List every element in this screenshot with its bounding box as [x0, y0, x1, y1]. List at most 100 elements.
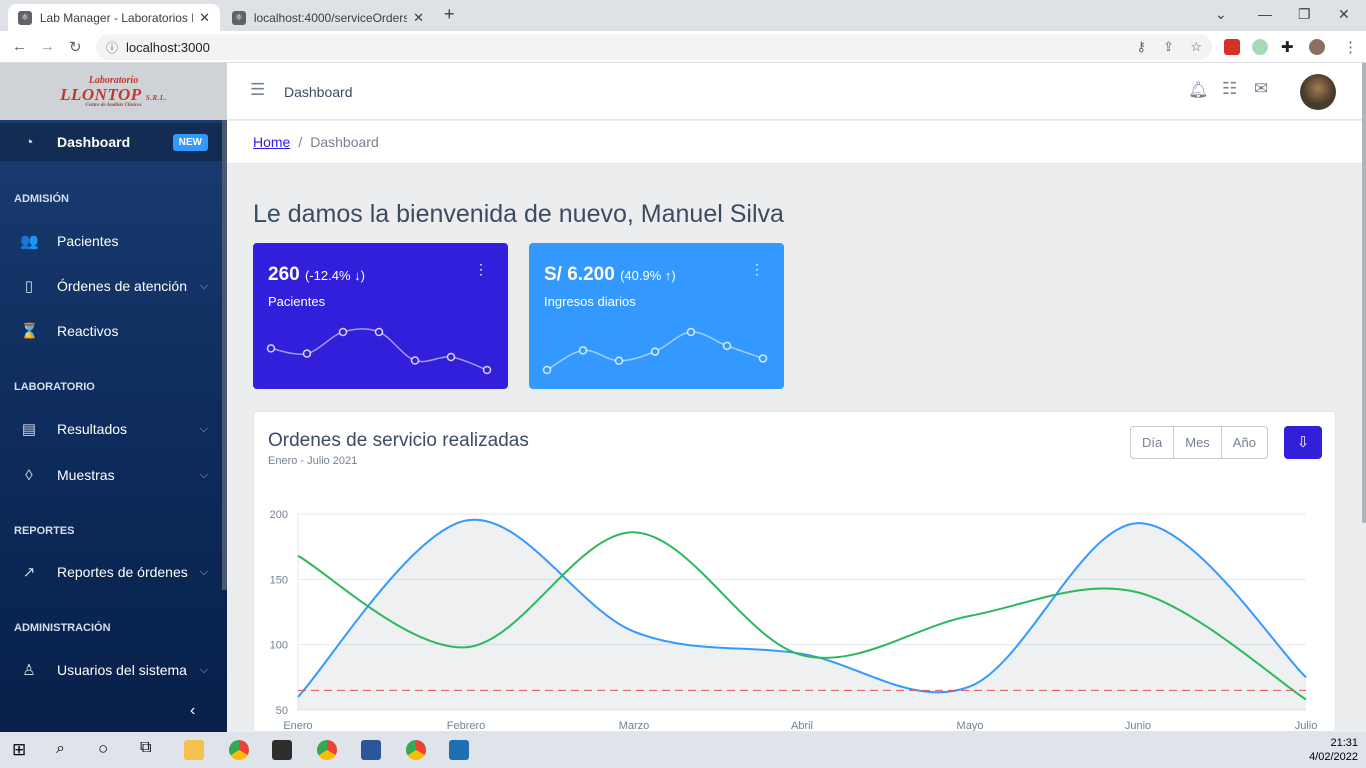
- forward-icon[interactable]: →: [40, 38, 55, 55]
- sparkline-point: [758, 354, 768, 363]
- share-icon[interactable]: ⇪: [1163, 39, 1174, 55]
- avatar[interactable]: [1300, 74, 1336, 110]
- widget-card-pacientes: 260 (-12.4% ↓) Pacientes ⋮: [253, 243, 508, 389]
- period-dia-button[interactable]: Día: [1131, 427, 1175, 458]
- period-ano-button[interactable]: Año: [1222, 427, 1267, 458]
- task-view-icon[interactable]: ⧉: [140, 739, 151, 757]
- key-icon[interactable]: ⚷: [1136, 39, 1146, 55]
- header-nav-dashboard[interactable]: Dashboard: [284, 84, 353, 100]
- puzzle-icon[interactable]: ✚: [1281, 38, 1294, 56]
- brand-logo[interactable]: Laboratorio LLONTOP S.R.L. Centro de Aná…: [0, 63, 227, 120]
- word-icon[interactable]: [361, 740, 381, 760]
- x-tick-label: Enero: [283, 720, 312, 732]
- sparkline-point: [614, 356, 624, 366]
- sidebar-scrollbar[interactable]: [222, 120, 227, 590]
- browser-tab-title: localhost:4000/serviceOrders?_sc: [253, 10, 408, 25]
- breadcrumb: Home / Dashboard: [227, 121, 1362, 164]
- file-explorer-icon[interactable]: [184, 740, 204, 760]
- browser-tab-2[interactable]: ⚛ localhost:4000/serviceOrders?_sc ✕: [222, 4, 434, 31]
- close-window-button[interactable]: ✕: [1338, 6, 1350, 23]
- period-button-group: Día Mes Año: [1130, 426, 1268, 459]
- sidebar-item-label: Usuarios del sistema: [57, 662, 187, 678]
- extension-icon[interactable]: [1224, 39, 1240, 55]
- breadcrumb-current: Dashboard: [310, 134, 379, 150]
- sidebar-item-label: Órdenes de atención: [57, 278, 187, 294]
- y-tick-label: 200: [270, 509, 288, 521]
- sidebar-item-ordenes[interactable]: ▯ Órdenes de atención ⌵: [0, 267, 222, 305]
- menu-dots-icon[interactable]: ⋮: [1343, 38, 1358, 56]
- terminal-icon[interactable]: [272, 740, 292, 760]
- widget-change: (-12.4% ↓): [304, 268, 365, 283]
- envelope-icon[interactable]: ✉: [1254, 79, 1268, 99]
- sidebar-item-label: Reactivos: [57, 323, 119, 339]
- page-scrollbar[interactable]: [1362, 63, 1366, 523]
- sidebar-item-dashboard[interactable]: ◔ Dashboard NEW: [0, 123, 222, 161]
- section-admision: ADMISIÓN: [14, 193, 69, 205]
- breadcrumb-home-link[interactable]: Home: [253, 134, 290, 150]
- chart-line-icon: ↗: [22, 564, 36, 581]
- more-options-icon[interactable]: ⋮: [474, 261, 488, 278]
- browser-toolbar: ← → ↻ ⓘ localhost:3000 ⚷ ⇪ ☆ ✚ ⋮: [0, 31, 1366, 63]
- browser-tab-bar: ⚛ Lab Manager - Laboratorios Llon ✕ ⚛ lo…: [0, 0, 1366, 31]
- webstorm-icon[interactable]: [449, 740, 469, 760]
- back-icon[interactable]: ←: [12, 38, 27, 55]
- browser-tab-title: Lab Manager - Laboratorios Llon: [39, 10, 193, 25]
- sparkline-point: [722, 341, 732, 351]
- y-tick-label: 100: [270, 640, 288, 652]
- chevron-down-icon: ⌵: [199, 279, 208, 292]
- minimize-button[interactable]: —: [1258, 6, 1272, 22]
- chrome-icon[interactable]: [229, 740, 249, 760]
- app-header: ☰ Dashboard 🔔︎ ☷ ✉: [227, 63, 1362, 120]
- chart-subtitle: Enero - Julio 2021: [268, 455, 358, 467]
- info-icon: ⓘ: [106, 40, 119, 55]
- sidebar-item-reactivos[interactable]: ⌛ Reactivos: [0, 312, 222, 350]
- widget-label: Ingresos diarios: [544, 294, 636, 309]
- period-mes-button[interactable]: Mes: [1174, 427, 1222, 458]
- taskbar-clock[interactable]: 21:31 4/02/2022: [1309, 736, 1358, 764]
- more-options-icon[interactable]: ⋮: [750, 261, 764, 278]
- sidebar-item-usuarios[interactable]: ♙ Usuarios del sistema ⌵: [0, 651, 222, 689]
- clock-date: 4/02/2022: [1309, 751, 1358, 763]
- close-tab-icon[interactable]: ✕: [413, 10, 424, 26]
- cortana-circle-icon[interactable]: ○: [98, 739, 108, 759]
- new-tab-button[interactable]: +: [444, 4, 455, 25]
- hamburger-menu-icon[interactable]: ☰: [250, 80, 265, 100]
- x-tick-label: Abril: [791, 720, 813, 732]
- address-bar[interactable]: ⓘ localhost:3000 ⚷ ⇪ ☆: [96, 34, 1212, 60]
- profile-icon[interactable]: [1309, 39, 1325, 55]
- sidebar-item-resultados[interactable]: ▤ Resultados ⌵: [0, 410, 222, 448]
- list-icon[interactable]: ☷: [1222, 79, 1237, 99]
- chrome-icon[interactable]: [406, 740, 426, 760]
- sparkline-pacientes: [266, 327, 492, 375]
- sidebar-item-label: Muestras: [57, 467, 115, 483]
- chevron-down-icon: ⌵: [199, 468, 208, 481]
- sidebar-collapse-icon[interactable]: ‹: [190, 702, 195, 720]
- windows-start-icon[interactable]: ⊞: [12, 740, 26, 760]
- tab-search-icon[interactable]: ⌄: [1215, 6, 1227, 23]
- sidebar-item-reportes-ordenes[interactable]: ↗ Reportes de órdenes ⌵: [0, 553, 222, 591]
- bell-icon[interactable]: 🔔︎: [1188, 80, 1208, 100]
- sidebar-item-muestras[interactable]: ◊ Muestras ⌵: [0, 456, 222, 494]
- chrome-icon[interactable]: [317, 740, 337, 760]
- close-tab-icon[interactable]: ✕: [199, 10, 210, 26]
- section-laboratorio: LABORATORIO: [14, 381, 95, 393]
- sidebar: Laboratorio LLONTOP S.R.L. Centro de Aná…: [0, 63, 227, 732]
- sidebar-item-pacientes[interactable]: 👥 Pacientes: [0, 222, 222, 260]
- download-cloud-button[interactable]: ⇩: [1284, 426, 1322, 459]
- welcome-heading: Le damos la bienvenida de nuevo, Manuel …: [253, 200, 784, 228]
- sparkline-point: [266, 344, 276, 353]
- browser-tab-1[interactable]: ⚛ Lab Manager - Laboratorios Llon ✕: [8, 4, 220, 31]
- search-icon[interactable]: ⌕: [56, 740, 65, 758]
- bookmark-star-icon[interactable]: ☆: [1190, 39, 1202, 55]
- widget-change: (40.9% ↑): [620, 268, 676, 283]
- orders-line-chart: 50 100 150 200 Enero Febrero Marzo Abril Mayo Jun…: [270, 509, 1318, 732]
- chevron-down-icon: ⌵: [199, 565, 208, 578]
- widget-card-ingresos: S/ 6.200 (40.9% ↑) Ingresos diarios ⋮: [529, 243, 784, 389]
- tab-favicon-icon: ⚛: [18, 10, 32, 25]
- extension-icon[interactable]: [1252, 39, 1268, 55]
- chart-title: Ordenes de servicio realizadas: [268, 430, 529, 451]
- chevron-down-icon: ⌵: [199, 422, 208, 435]
- maximize-button[interactable]: ❐: [1298, 6, 1311, 23]
- sidebar-item-label: Dashboard: [57, 134, 131, 150]
- reload-icon[interactable]: ↻: [69, 38, 82, 56]
